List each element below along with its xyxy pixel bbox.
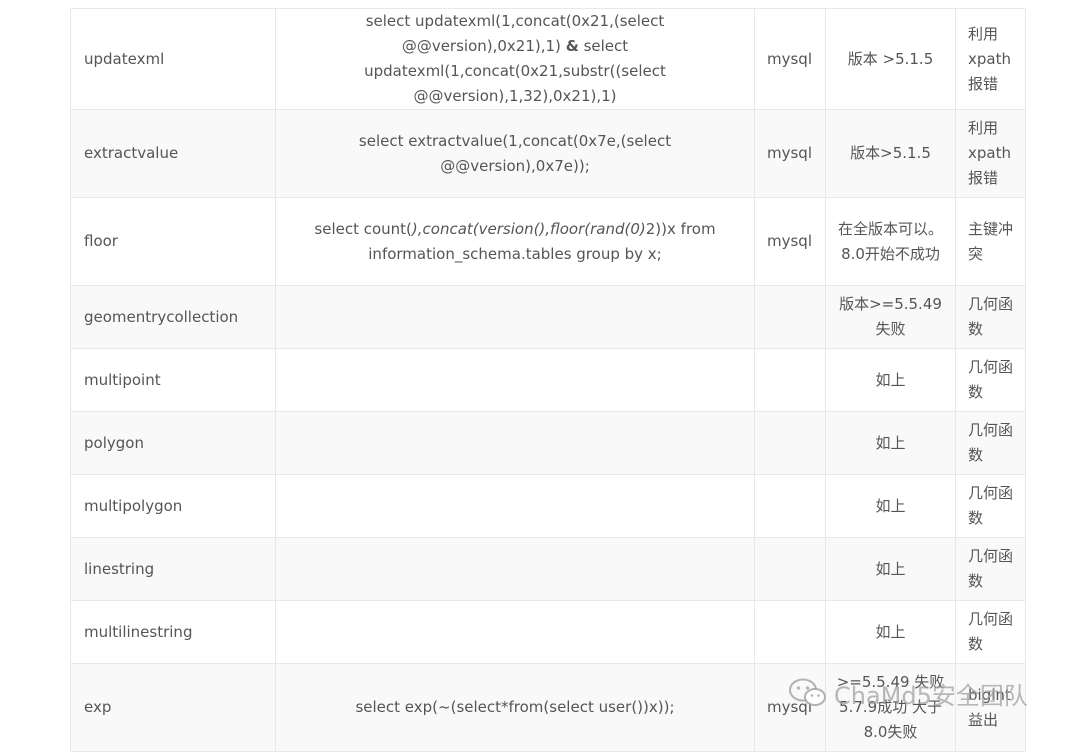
function-name: floor	[70, 197, 276, 286]
version-info: 版本 >5.1.5	[825, 8, 956, 110]
sql-payload: select exp(~(select*from(select user())x…	[275, 663, 755, 752]
function-name: multipolygon	[70, 474, 276, 538]
version-info: 版本>=5.5.49失败	[825, 285, 956, 349]
note: 主键冲突	[955, 197, 1026, 286]
table-row: multipoint 如上 几何函数	[70, 348, 1026, 412]
database: mysql	[754, 109, 826, 198]
sql-payload	[275, 474, 755, 538]
function-name: exp	[70, 663, 276, 752]
database: mysql	[754, 197, 826, 286]
version-info: 如上	[825, 600, 956, 664]
note: 几何函数	[955, 285, 1026, 349]
sql-part-italic: ),concat(version(),floor(rand(0)	[411, 219, 646, 238]
function-name: multipoint	[70, 348, 276, 412]
table-row: linestring 如上 几何函数	[70, 537, 1026, 601]
version-info: 如上	[825, 537, 956, 601]
note: 几何函数	[955, 600, 1026, 664]
version-info: 版本>5.1.5	[825, 109, 956, 198]
sql-payload: select updatexml(1,concat(0x21,(select @…	[275, 8, 755, 110]
table-row: extractvalue select extractvalue(1,conca…	[70, 109, 1026, 198]
sql-amp: &	[565, 37, 579, 55]
wechat-icon	[788, 677, 828, 709]
table-row: multipolygon 如上 几何函数	[70, 474, 1026, 538]
database	[754, 285, 826, 349]
table-row: multilinestring 如上 几何函数	[70, 600, 1026, 664]
note: 几何函数	[955, 411, 1026, 475]
error-injection-table: updatexml select updatexml(1,concat(0x21…	[70, 8, 1026, 752]
version-info: 如上	[825, 411, 956, 475]
table-row: floor select count(),concat(version(),fl…	[70, 197, 1026, 286]
database: mysql	[754, 8, 826, 110]
version-info: 如上	[825, 348, 956, 412]
function-name: geomentrycollection	[70, 285, 276, 349]
note: 几何函数	[955, 537, 1026, 601]
database	[754, 600, 826, 664]
sql-payload: select extractvalue(1,concat(0x7e,(selec…	[275, 109, 755, 198]
sql-payload	[275, 537, 755, 601]
sql-payload	[275, 411, 755, 475]
note: 几何函数	[955, 474, 1026, 538]
watermark-text: ChaMd5安全团队	[834, 681, 1028, 710]
function-name: multilinestring	[70, 600, 276, 664]
sql-part: select count(	[314, 219, 412, 238]
sql-payload	[275, 348, 755, 412]
sql-payload	[275, 285, 755, 349]
table-row: updatexml select updatexml(1,concat(0x21…	[70, 8, 1026, 110]
database	[754, 348, 826, 412]
version-info: 如上	[825, 474, 956, 538]
note: 利用xpath报错	[955, 8, 1026, 110]
watermark: ChaMd5安全团队	[788, 675, 1028, 711]
table-row: polygon 如上 几何函数	[70, 411, 1026, 475]
function-name: polygon	[70, 411, 276, 475]
function-name: updatexml	[70, 8, 276, 110]
note: 几何函数	[955, 348, 1026, 412]
database	[754, 474, 826, 538]
sql-payload	[275, 600, 755, 664]
database	[754, 537, 826, 601]
function-name: extractvalue	[70, 109, 276, 198]
function-name: linestring	[70, 537, 276, 601]
database	[754, 411, 826, 475]
table-row: geomentrycollection 版本>=5.5.49失败 几何函数	[70, 285, 1026, 349]
version-info: 在全版本可以。8.0开始不成功	[825, 197, 956, 286]
note: 利用xpath报错	[955, 109, 1026, 198]
sql-payload: select count(),concat(version(),floor(ra…	[275, 197, 755, 286]
